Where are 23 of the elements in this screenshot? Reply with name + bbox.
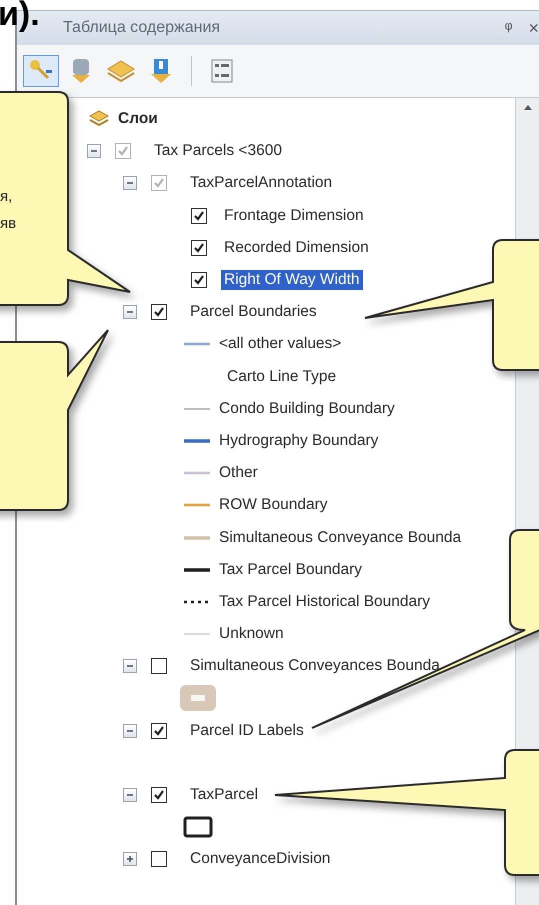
layers-icon — [89, 110, 109, 128]
close-button[interactable]: × — [522, 18, 539, 38]
legend-heading: Carto Line Type — [226, 366, 338, 387]
data-frame-name[interactable]: Слои — [115, 109, 161, 130]
legend-label: Other — [219, 463, 259, 484]
pin-button[interactable]: ᵠ — [498, 18, 518, 38]
panel-title: Таблица содержания — [63, 19, 222, 37]
database-icon — [70, 57, 92, 85]
legend-label: <all other values> — [219, 334, 342, 354]
options-icon — [211, 59, 233, 83]
scroll-up-icon[interactable] — [523, 104, 533, 110]
legend-label: ROW Boundary — [219, 495, 329, 516]
legend-label: Hydrography Boundary — [219, 430, 380, 451]
callout-text: я, — [0, 188, 12, 205]
legend-label: Simultaneous Conveyance Bounda — [219, 528, 462, 548]
legend-label: Condo Building Boundary — [219, 398, 396, 419]
selection-icon — [149, 57, 173, 85]
callout-text: яв — [0, 215, 16, 232]
legend-label: Unknown — [219, 624, 285, 644]
slide-heading: и). — [0, 0, 40, 31]
legend-label: Tax Parcel Boundary — [219, 560, 364, 580]
layers-icon — [106, 58, 136, 84]
legend-label: Tax Parcel Historical Boundary — [219, 592, 432, 612]
